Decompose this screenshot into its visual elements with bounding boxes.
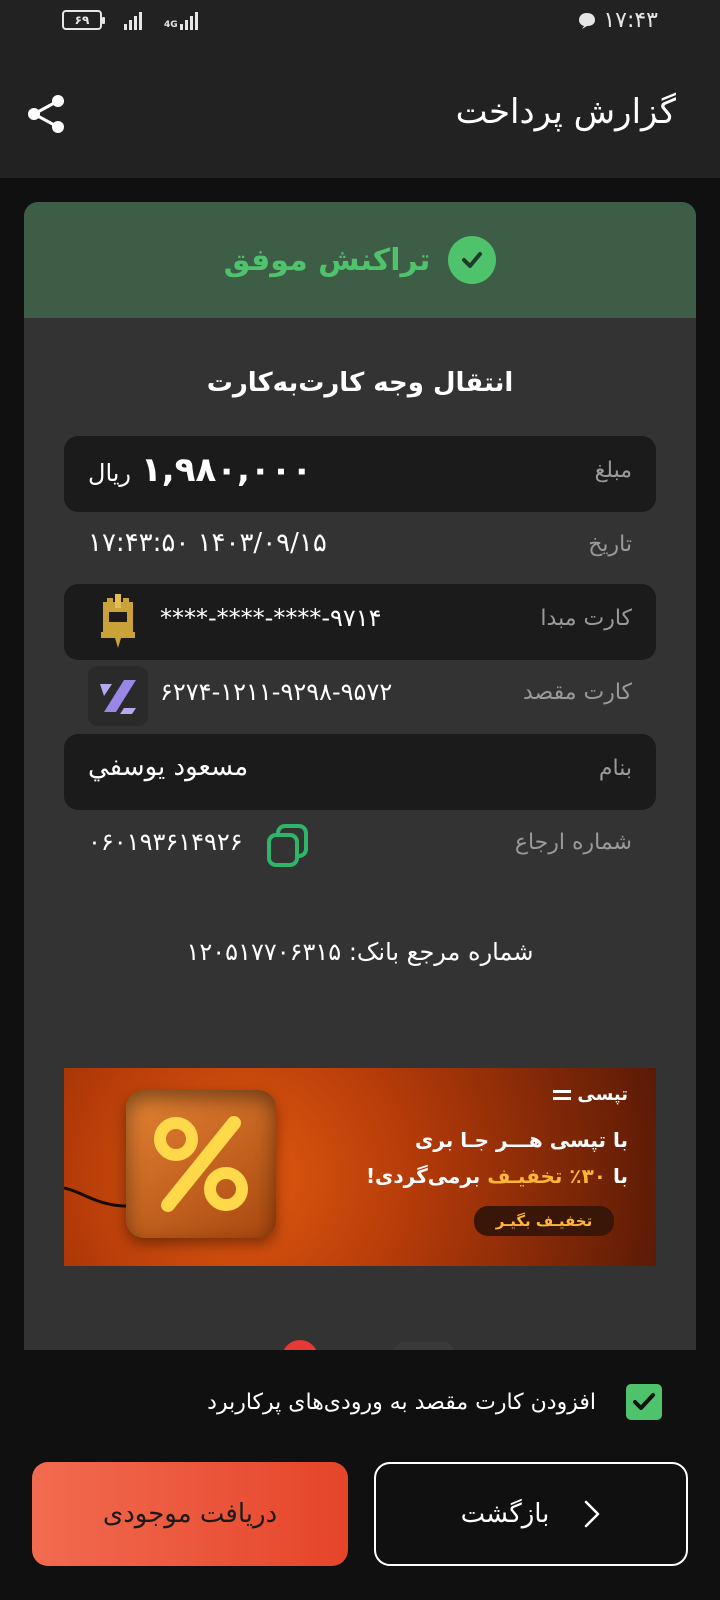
checkbox-label: افزودن کارت مقصد به ورودی‌های پرکاربرد [207, 1389, 596, 1415]
dest-card-row: کارت مقصد ۶۲۷۴-۱۲۱۱-۹۲۹۸-۹۵۷۲ [64, 658, 656, 734]
get-balance-button[interactable]: دریافت موجودی [32, 1462, 348, 1566]
save-card-option[interactable]: افزودن کارت مقصد به ورودی‌های پرکاربرد [207, 1384, 662, 1420]
amount-unit: ریال [88, 459, 132, 487]
chevron-right-icon [585, 1500, 600, 1528]
dest-card-label: کارت مقصد [522, 680, 632, 705]
transaction-type: انتقال وجه کارت‌به‌کارت [206, 368, 514, 398]
recipient-row: بنام مسعود يوسفي [64, 734, 656, 810]
date-row: تاریخ ۱۷:۴۳:۵۰ ۱۴۰۳/۰۹/۱۵ [64, 510, 656, 586]
banner-headline: با تپسی هـــر جـا بری [415, 1128, 628, 1152]
reference-number: ۰۶۰۱۹۳۶۱۴۹۲۶ [88, 828, 243, 856]
reference-row: شماره ارجاع ۰۶۰۱۹۳۶۱۴۹۲۶ [64, 808, 656, 884]
partial-dark-icon [394, 1342, 454, 1350]
partial-red-icon [282, 1340, 318, 1350]
sepah-bank-logo-icon [88, 592, 148, 652]
status-bar: ۶۹ 4G ۱۷:۴۳ [0, 0, 720, 44]
source-card-label: کارت مبدا [540, 606, 632, 631]
tapsi-brand: تپسی [553, 1084, 628, 1105]
amount-value: ریال ۱,۹۸۰,۰۰۰ [88, 450, 312, 490]
battery-icon: ۶۹ [62, 10, 105, 30]
dest-card-number: ۶۲۷۴-۱۲۱۱-۹۲۹۸-۹۵۷۲ [160, 678, 393, 706]
brand-name: تپسی [577, 1084, 628, 1105]
source-card-row: کارت مبدا ****-****-****-۹۷۱۴ [64, 584, 656, 660]
success-check-icon [448, 236, 497, 284]
back-label: بازگشت [460, 1499, 550, 1529]
receipt-card: تراکنش موفق انتقال وجه کارت‌به‌کارت مبلغ… [24, 202, 696, 1350]
get-balance-label: دریافت موجودی [102, 1499, 278, 1529]
recipient-label: بنام [598, 756, 632, 781]
date-value: ۱۷:۴۳:۵۰ ۱۴۰۳/۰۹/۱۵ [88, 528, 327, 558]
tapsi-logo-icon [553, 1089, 572, 1100]
share-icon [28, 95, 64, 133]
page-title: گزارش پرداخت [455, 92, 676, 132]
bank-reference: شماره مرجع بانک: ۱۲۰۵۱۷۷۰۶۳۱۵ [186, 938, 534, 966]
status-icons-right: ۱۷:۴۳ [577, 8, 658, 33]
checkbox-checked-icon[interactable] [626, 1384, 662, 1420]
promo-banner[interactable]: تپسی با تپسی هـــر جـا بری با ۳۰٪ تخفیـف… [64, 1068, 656, 1266]
signal-4g-icon: 4G [164, 10, 198, 30]
date-label: تاریخ [588, 532, 632, 557]
signal-icon [124, 10, 142, 30]
copy-icon[interactable] [264, 822, 312, 870]
banner-discount: ۳۰٪ تخفیـف [487, 1164, 606, 1188]
amount-label: مبلغ [594, 458, 632, 483]
banner-subline-prefix: با [612, 1164, 628, 1188]
banner-subline: با ۳۰٪ تخفیـف برمی‌گردی! [366, 1164, 628, 1188]
success-banner: تراکنش موفق [24, 202, 696, 318]
reference-label: شماره ارجاع [514, 830, 632, 855]
back-button[interactable]: بازگشت [374, 1462, 688, 1566]
banner-subline-suffix: برمی‌گردی! [365, 1164, 481, 1188]
cable-decoration [64, 1186, 134, 1208]
percent-sign-icon [126, 1090, 276, 1238]
amount-number: ۱,۹۸۰,۰۰۰ [141, 450, 313, 490]
recipient-name: مسعود يوسفي [88, 752, 249, 782]
status-text: تراکنش موفق [223, 242, 431, 278]
chat-bubble-icon [579, 12, 596, 29]
dest-bank-logo-icon [88, 666, 148, 726]
app-bar: گزارش پرداخت [0, 44, 720, 178]
share-button[interactable] [24, 92, 68, 136]
clock: ۱۷:۴۳ [603, 8, 658, 33]
bottom-actions: افزودن کارت مقصد به ورودی‌های پرکاربرد د… [0, 1350, 720, 1600]
amount-row: مبلغ ریال ۱,۹۸۰,۰۰۰ [64, 436, 656, 512]
status-icons-left: ۶۹ 4G [62, 10, 198, 30]
banner-cta-button[interactable]: تخفیـف بگیـر [474, 1206, 614, 1236]
source-card-number: ****-****-****-۹۷۱۴ [160, 604, 382, 632]
